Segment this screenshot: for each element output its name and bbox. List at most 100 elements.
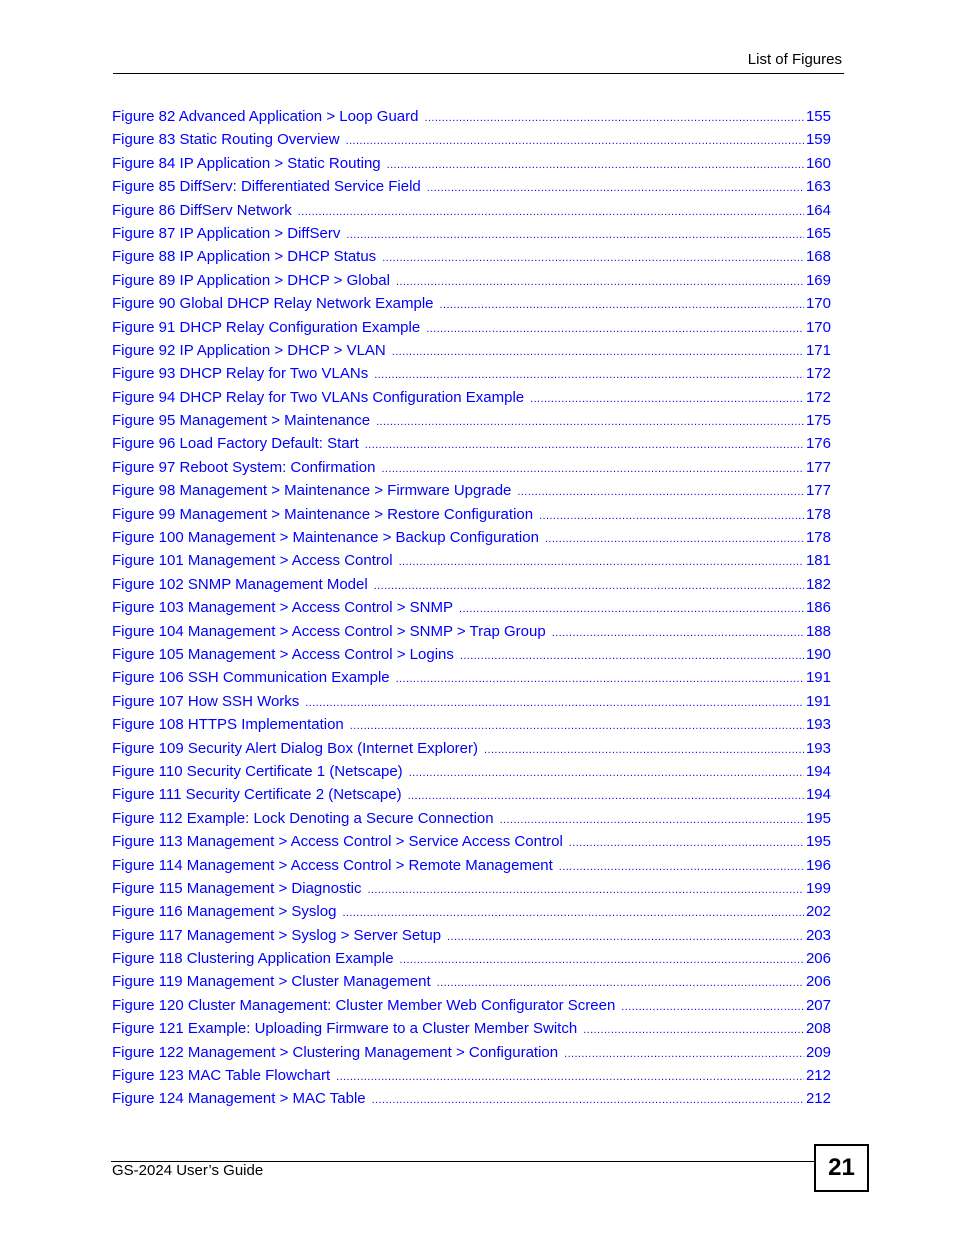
- toc-entry[interactable]: Figure 116 Management > Syslog 202: [112, 900, 831, 923]
- dot-leader: [621, 996, 804, 1019]
- dot-leader: [396, 668, 804, 691]
- toc-entry[interactable]: Figure 115 Management > Diagnostic 199: [112, 877, 831, 900]
- toc-entry-page: 195: [805, 833, 831, 851]
- toc-entry[interactable]: Figure 117 Management > Syslog > Server …: [112, 924, 831, 947]
- list-of-figures: Figure 82 Advanced Application > Loop Gu…: [112, 105, 831, 1111]
- toc-entry[interactable]: Figure 105 Management > Access Control >…: [112, 643, 831, 666]
- toc-entry[interactable]: Figure 124 Management > MAC Table 212: [112, 1087, 831, 1110]
- dot-leader: [374, 364, 804, 387]
- toc-entry[interactable]: Figure 92 IP Application > DHCP > VLAN 17…: [112, 339, 831, 362]
- toc-entry-page: 193: [805, 739, 831, 757]
- toc-entry[interactable]: Figure 107 How SSH Works 191: [112, 690, 831, 713]
- dot-leader: [305, 692, 804, 715]
- toc-entry[interactable]: Figure 102 SNMP Management Model 182: [112, 573, 831, 596]
- dot-leader: [530, 388, 804, 411]
- toc-entry[interactable]: Figure 90 Global DHCP Relay Network Exam…: [112, 292, 831, 315]
- dot-leader: [440, 294, 804, 317]
- toc-entry-label: Figure 104 Management > Access Control >…: [112, 622, 546, 640]
- toc-entry-label: Figure 122 Management > Clustering Manag…: [112, 1043, 559, 1061]
- toc-entry-page: 190: [805, 645, 831, 663]
- footer-title: GS-2024 User’s Guide: [112, 1162, 264, 1179]
- toc-entry[interactable]: Figure 106 SSH Communication Example 191: [112, 666, 831, 689]
- toc-entry-label: Figure 108 HTTPS Implementation: [112, 716, 344, 734]
- toc-entry-page: 171: [805, 341, 831, 359]
- dot-leader: [447, 926, 804, 949]
- toc-entry-label: Figure 121 Example: Uploading Firmware t…: [112, 1020, 578, 1038]
- toc-entry[interactable]: Figure 103 Management > Access Control >…: [112, 596, 831, 619]
- toc-entry-page: 188: [805, 622, 831, 640]
- toc-entry[interactable]: Figure 96 Load Factory Default: Start 176: [112, 432, 831, 455]
- dot-leader: [382, 247, 804, 270]
- dot-leader: [367, 879, 804, 902]
- toc-entry-page: 212: [805, 1090, 831, 1108]
- toc-entry[interactable]: Figure 87 IP Application > DiffServ 165: [112, 222, 831, 245]
- toc-entry-label: Figure 103 Management > Access Control >…: [112, 599, 454, 617]
- page-number: 21: [814, 1144, 869, 1192]
- toc-entry-label: Figure 113 Management > Access Control >…: [112, 833, 563, 851]
- toc-entry-page: 175: [805, 412, 831, 430]
- toc-entry[interactable]: Figure 110 Security Certificate 1 (Netsc…: [112, 760, 831, 783]
- dot-leader: [392, 341, 804, 364]
- toc-entry-label: Figure 98 Management > Maintenance > Fir…: [112, 482, 512, 500]
- dot-leader: [372, 1089, 804, 1112]
- toc-entry[interactable]: Figure 119 Management > Cluster Manageme…: [112, 970, 831, 993]
- toc-entry-page: 177: [805, 482, 831, 500]
- toc-entry[interactable]: Figure 111 Security Certificate 2 (Netsc…: [112, 783, 831, 806]
- toc-entry[interactable]: Figure 83 Static Routing Overview 159: [112, 128, 831, 151]
- toc-entry[interactable]: Figure 88 IP Application > DHCP Status 16…: [112, 245, 831, 268]
- toc-entry[interactable]: Figure 112 Example: Lock Denoting a Secu…: [112, 807, 831, 830]
- toc-entry[interactable]: Figure 89 IP Application > DHCP > Global…: [112, 269, 831, 292]
- toc-entry[interactable]: Figure 121 Example: Uploading Firmware t…: [112, 1017, 831, 1040]
- toc-entry-label: Figure 120 Cluster Management: Cluster M…: [112, 996, 616, 1014]
- toc-entry-page: 195: [805, 809, 831, 827]
- toc-entry[interactable]: Figure 113 Management > Access Control >…: [112, 830, 831, 853]
- toc-entry-label: Figure 99 Management > Maintenance > Res…: [112, 505, 534, 523]
- toc-entry[interactable]: Figure 98 Management > Maintenance > Fir…: [112, 479, 831, 502]
- toc-entry[interactable]: Figure 120 Cluster Management: Cluster M…: [112, 994, 831, 1017]
- toc-entry[interactable]: Figure 109 Security Alert Dialog Box (In…: [112, 737, 831, 760]
- toc-entry[interactable]: Figure 85 DiffServ: Differentiated Servi…: [112, 175, 831, 198]
- toc-entry[interactable]: Figure 122 Management > Clustering Manag…: [112, 1041, 831, 1064]
- toc-entry-page: 193: [805, 716, 831, 734]
- toc-entry-label: Figure 92 IP Application > DHCP > VLAN: [112, 341, 386, 359]
- toc-entry-page: 159: [805, 131, 831, 149]
- dot-leader: [365, 434, 804, 457]
- dot-leader: [346, 130, 804, 153]
- toc-entry-label: Figure 86 DiffServ Network: [112, 201, 292, 219]
- header-title: List of Figures: [747, 51, 842, 68]
- toc-entry-label: Figure 87 IP Application > DiffServ: [112, 224, 341, 242]
- toc-entry[interactable]: Figure 123 MAC Table Flowchart 212: [112, 1064, 831, 1087]
- dot-leader: [298, 201, 804, 224]
- toc-entry-label: Figure 102 SNMP Management Model: [112, 575, 368, 593]
- toc-entry-page: 170: [805, 318, 831, 336]
- toc-entry[interactable]: Figure 93 DHCP Relay for Two VLANs 172: [112, 362, 831, 385]
- toc-entry[interactable]: Figure 104 Management > Access Control >…: [112, 620, 831, 643]
- toc-entry[interactable]: Figure 82 Advanced Application > Loop Gu…: [112, 105, 831, 128]
- toc-entry-label: Figure 116 Management > Syslog: [112, 903, 337, 921]
- toc-entry[interactable]: Figure 101 Management > Access Control 18…: [112, 549, 831, 572]
- toc-entry-label: Figure 112 Example: Lock Denoting a Secu…: [112, 809, 494, 827]
- dot-leader: [437, 972, 804, 995]
- toc-entry[interactable]: Figure 84 IP Application > Static Routin…: [112, 152, 831, 175]
- dot-leader: [396, 271, 804, 294]
- toc-entry-page: 170: [805, 295, 831, 313]
- toc-entry[interactable]: Figure 97 Reboot System: Confirmation 177: [112, 456, 831, 479]
- toc-entry[interactable]: Figure 86 DiffServ Network 164: [112, 199, 831, 222]
- toc-entry-page: 163: [805, 178, 831, 196]
- toc-entry-label: Figure 109 Security Alert Dialog Box (In…: [112, 739, 478, 757]
- toc-entry[interactable]: Figure 114 Management > Access Control >…: [112, 854, 831, 877]
- toc-entry-page: 212: [805, 1067, 831, 1085]
- toc-entry[interactable]: Figure 95 Management > Maintenance 175: [112, 409, 831, 432]
- toc-entry[interactable]: Figure 100 Management > Maintenance > Ba…: [112, 526, 831, 549]
- dot-leader: [552, 622, 804, 645]
- toc-entry[interactable]: Figure 108 HTTPS Implementation 193: [112, 713, 831, 736]
- toc-entry-label: Figure 91 DHCP Relay Configuration Examp…: [112, 318, 421, 336]
- toc-entry[interactable]: Figure 99 Management > Maintenance > Res…: [112, 503, 831, 526]
- toc-entry[interactable]: Figure 91 DHCP Relay Configuration Examp…: [112, 316, 831, 339]
- dot-leader: [408, 785, 804, 808]
- dot-leader: [409, 762, 804, 785]
- toc-entry-page: 172: [805, 388, 831, 406]
- toc-entry-label: Figure 96 Load Factory Default: Start: [112, 435, 359, 453]
- toc-entry[interactable]: Figure 118 Clustering Application Exampl…: [112, 947, 831, 970]
- toc-entry[interactable]: Figure 94 DHCP Relay for Two VLANs Confi…: [112, 386, 831, 409]
